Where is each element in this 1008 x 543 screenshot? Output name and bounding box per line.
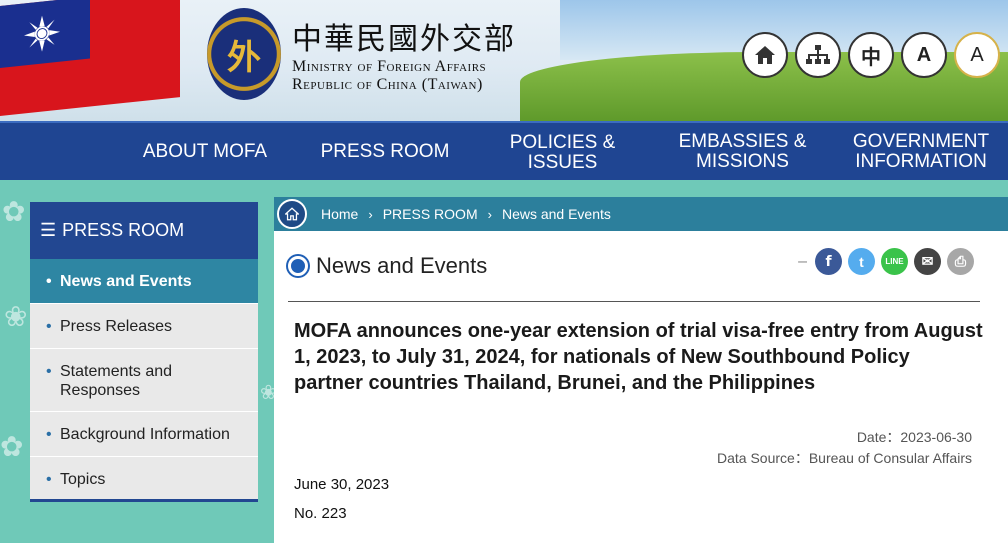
print-icon: ⎙	[954, 253, 967, 269]
line-icon: LINE	[885, 257, 904, 266]
sidebar-item-label: Background Information	[60, 426, 230, 443]
flower-decoration-icon: ✿	[0, 431, 24, 462]
sidebar-item-label: Topics	[60, 471, 106, 488]
home-icon	[285, 207, 299, 221]
flower-decoration-icon: ✿	[2, 196, 26, 227]
facebook-share-button[interactable]: f	[815, 248, 842, 275]
article-source: Data Source：Bureau of Consular Affairs	[717, 450, 972, 466]
email-icon: ✉	[921, 253, 934, 269]
print-button[interactable]: ⎙	[947, 248, 974, 275]
article-date: Date：2023-06-30	[856, 429, 972, 445]
sun-icon	[24, 15, 60, 52]
site-header: 外 中華民國外交部 Ministry of Foreign Affairs Re…	[0, 0, 1008, 121]
font-size-small-button[interactable]: A	[901, 32, 947, 78]
breadcrumb-news-and-events[interactable]: News and Events	[502, 206, 611, 222]
sidebar-item-statements-responses[interactable]: • Statements and Responses	[30, 349, 258, 412]
home-icon	[755, 46, 775, 64]
sidebar-item-label: News and Events	[60, 273, 192, 290]
article-body-date: June 30, 2023	[294, 476, 390, 493]
article-meta: Date：2023-06-30 Data Source：Bureau of Co…	[717, 427, 972, 469]
nav-about-mofa[interactable]: ABOUT MOFA	[130, 123, 280, 180]
sidebar-item-label: Press Releases	[60, 318, 173, 335]
bullet-icon: •	[46, 471, 52, 488]
bullet-icon: •	[46, 426, 52, 443]
sidebar-item-topics[interactable]: • Topics	[30, 457, 258, 502]
logo-glyph: 外	[227, 37, 261, 78]
site-subtitle-english[interactable]: Republic of China (Taiwan)	[292, 76, 483, 94]
sidebar-item-background-information[interactable]: • Background Information	[30, 412, 258, 457]
sidebar-item-news-and-events[interactable]: • News and Events	[30, 259, 258, 304]
site-title-chinese[interactable]: 中華民國外交部	[292, 14, 516, 58]
sidebar-item-press-releases[interactable]: • Press Releases	[30, 304, 258, 349]
breadcrumb-press-room[interactable]: PRESS ROOM	[383, 206, 478, 222]
menu-icon: ☰	[40, 220, 57, 240]
facebook-icon: f	[825, 253, 832, 270]
flag-canton	[0, 0, 90, 68]
sidebar-item-label: Statements and Responses	[60, 363, 173, 399]
chevron-right-icon: ›	[368, 206, 373, 222]
sidebar: ☰ PRESS ROOM • News and Events • Press R…	[30, 202, 258, 502]
chinese-language-button[interactable]: 中	[848, 32, 894, 78]
twitter-icon: t	[859, 253, 864, 270]
sitemap-icon	[806, 45, 830, 64]
site-title-english[interactable]: Ministry of Foreign Affairs	[292, 58, 486, 76]
chevron-right-icon: ›	[487, 206, 492, 222]
mofa-logo[interactable]: 外	[207, 8, 281, 100]
breadcrumb-home-button[interactable]	[277, 199, 307, 229]
header-tools: 中 A A	[742, 32, 1000, 78]
roc-flag-image	[0, 0, 180, 116]
article-headline: MOFA announces one-year extension of tri…	[294, 320, 983, 394]
nav-embassies-missions[interactable]: EMBASSIES & MISSIONS	[660, 123, 825, 180]
nav-government-information[interactable]: GOVERNMENT INFORMATION	[840, 123, 1002, 180]
font-size-large-button[interactable]: A	[954, 32, 1000, 78]
share-toolbar: – f t LINE ✉ ⎙	[798, 248, 974, 275]
twitter-share-button[interactable]: t	[848, 248, 875, 275]
sitemap-button[interactable]	[795, 32, 841, 78]
bullet-icon: •	[46, 318, 52, 335]
bullet-icon: •	[46, 273, 52, 290]
article-body-number: No. 223	[294, 505, 347, 522]
main-content: Home › PRESS ROOM › News and Events News…	[274, 197, 1008, 543]
flower-decoration-icon: ❀	[4, 301, 28, 332]
bullet-icon: •	[46, 363, 52, 380]
page-title-text: News and Events	[316, 253, 488, 278]
sidebar-title: PRESS ROOM	[62, 220, 185, 240]
breadcrumb-home[interactable]: Home	[321, 206, 358, 222]
line-share-button[interactable]: LINE	[881, 248, 908, 275]
divider	[288, 301, 980, 302]
title-bullet-icon	[288, 256, 308, 276]
sidebar-header[interactable]: ☰ PRESS ROOM	[30, 202, 258, 259]
page-title: News and Events	[288, 253, 487, 279]
share-divider: –	[798, 252, 807, 270]
email-share-button[interactable]: ✉	[914, 248, 941, 275]
main-navigation: ABOUT MOFA PRESS ROOM POLICIES & ISSUES …	[0, 121, 1008, 180]
nav-policies-issues[interactable]: POLICIES & ISSUES	[490, 123, 635, 180]
nav-press-room[interactable]: PRESS ROOM	[305, 123, 465, 180]
home-button[interactable]	[742, 32, 788, 78]
breadcrumb: Home › PRESS ROOM › News and Events	[274, 197, 1008, 231]
